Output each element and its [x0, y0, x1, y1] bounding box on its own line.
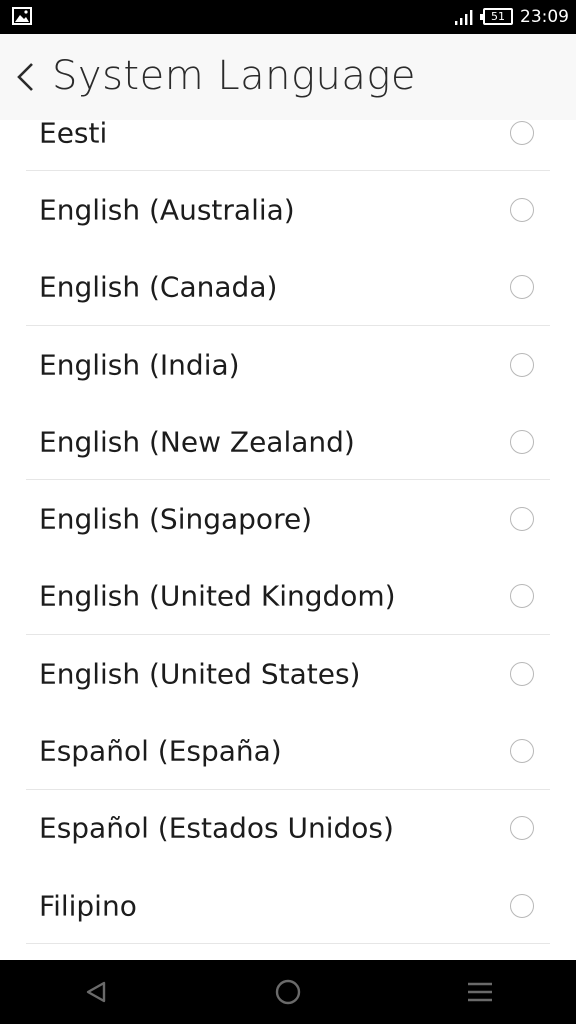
nav-back-button[interactable] [76, 972, 116, 1012]
signal-icon [455, 10, 473, 25]
list-item-english-india[interactable]: English (India) [0, 326, 576, 403]
radio-button[interactable] [510, 816, 534, 841]
radio-button[interactable] [510, 661, 534, 686]
language-label: English (Singapore) [39, 502, 313, 536]
language-label: Español (Estados Unidos) [39, 811, 394, 845]
radio-button[interactable] [510, 584, 534, 609]
nav-home-icon [275, 979, 301, 1005]
radio-button[interactable] [510, 429, 534, 454]
language-label: Eesti [39, 116, 108, 150]
battery-icon: 51 [480, 8, 513, 25]
language-list: Eesti English (Australia) English (Canad… [0, 94, 576, 945]
radio-button[interactable] [510, 893, 534, 918]
list-item-english-united-states[interactable]: English (United States) [0, 635, 576, 712]
header: System Language [0, 34, 576, 120]
list-item-espanol-estados-unidos[interactable]: Español (Estados Unidos) [0, 790, 576, 867]
clock: 23:09 [520, 7, 569, 27]
list-item-english-canada[interactable]: English (Canada) [0, 249, 576, 326]
radio-button[interactable] [510, 197, 534, 222]
radio-button[interactable] [510, 739, 534, 764]
nav-menu-icon [468, 982, 492, 1002]
radio-button[interactable] [510, 275, 534, 300]
radio-button[interactable] [510, 120, 534, 145]
language-label: English (Australia) [39, 193, 295, 227]
back-button[interactable] [6, 52, 46, 100]
radio-button[interactable] [510, 352, 534, 377]
language-label: English (United Kingdom) [39, 579, 396, 613]
screen: 51 23:09 System Language Eesti English (… [0, 0, 576, 1024]
chevron-left-icon [17, 63, 33, 91]
nav-back-icon [86, 981, 106, 1003]
language-label: Español (España) [39, 734, 282, 768]
language-label: English (Canada) [39, 270, 278, 304]
language-label: Filipino [39, 889, 137, 923]
list-item-english-new-zealand[interactable]: English (New Zealand) [0, 403, 576, 481]
gallery-icon [12, 7, 32, 25]
navigation-bar [0, 960, 576, 1024]
page-title: System Language [52, 53, 417, 99]
divider [26, 943, 550, 945]
list-item-filipino[interactable]: Filipino [0, 867, 576, 945]
nav-home-button[interactable] [268, 972, 308, 1012]
list-item-espanol-espana[interactable]: Español (España) [0, 712, 576, 790]
language-label: English (New Zealand) [39, 425, 355, 459]
list-item-english-singapore[interactable]: English (Singapore) [0, 480, 576, 557]
list-item-english-united-kingdom[interactable]: English (United Kingdom) [0, 558, 576, 636]
language-label: English (United States) [39, 657, 361, 691]
radio-button[interactable] [510, 507, 534, 532]
battery-level: 51 [491, 10, 505, 23]
list-item-english-australia[interactable]: English (Australia) [0, 171, 576, 248]
status-bar: 51 23:09 [0, 0, 576, 34]
language-label: English (India) [39, 348, 240, 382]
nav-menu-button[interactable] [460, 972, 500, 1012]
